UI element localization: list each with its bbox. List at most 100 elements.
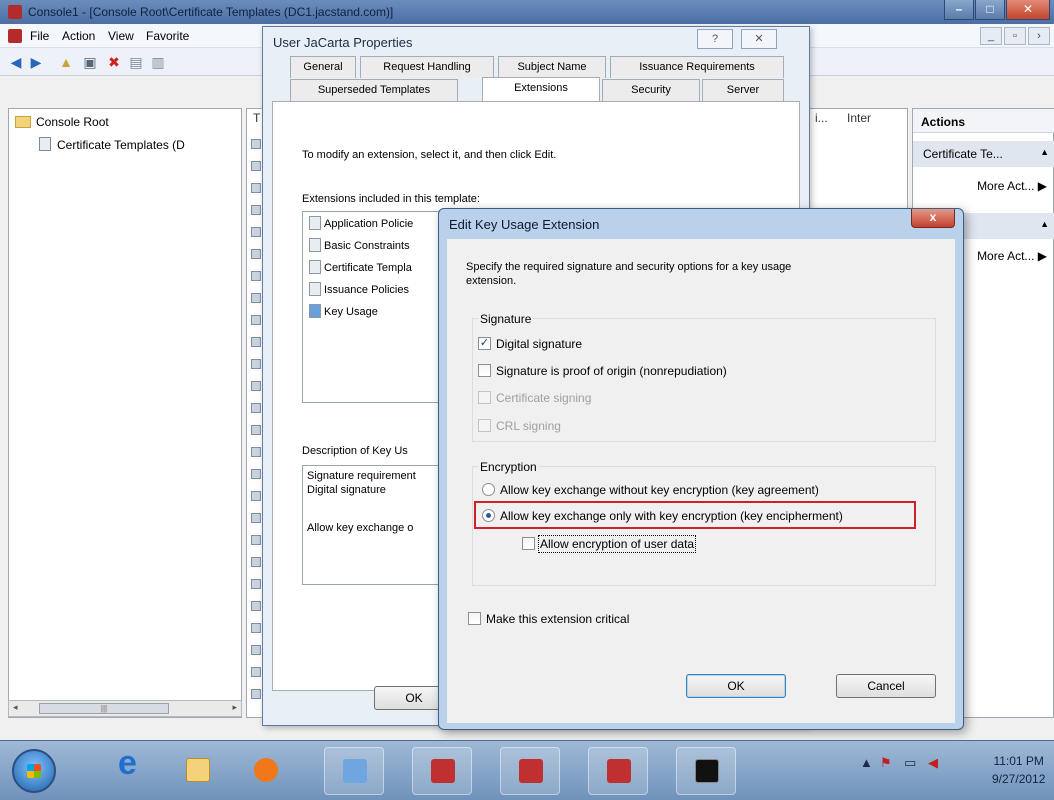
taskbar-explorer[interactable] xyxy=(168,747,228,795)
taskbar-mmc-3[interactable] xyxy=(588,747,648,795)
taskbar-mmc-2[interactable] xyxy=(500,747,560,795)
actions-section-certificate-templates[interactable]: Certificate Te... ▲ xyxy=(913,141,1054,167)
key-usage-ok-button[interactable]: OK xyxy=(686,674,786,698)
list-item-selected[interactable]: Key Usage xyxy=(309,304,378,318)
crl-signing-checkbox xyxy=(478,419,491,432)
show-hide-tree-icon[interactable]: ▣ xyxy=(80,53,100,71)
menu-file[interactable]: File xyxy=(30,29,49,43)
key-encipherment-label[interactable]: Allow key exchange only with key encrypt… xyxy=(500,509,843,523)
extension-icon xyxy=(309,282,321,296)
template-row-icon xyxy=(251,667,261,677)
key-agreement-radio[interactable] xyxy=(482,483,495,496)
tab-general[interactable]: General xyxy=(290,56,356,78)
collapse-arrow-icon[interactable]: ▲ xyxy=(1040,219,1049,229)
template-row-icon xyxy=(251,579,261,589)
key-usage-intro-line1: Specify the required signature and secur… xyxy=(466,261,792,273)
back-arrow-icon[interactable]: ◀ xyxy=(6,53,26,71)
actions-more-actions-2[interactable]: More Act... ▶ xyxy=(977,249,1047,263)
properties-close-button[interactable]: ✕ xyxy=(741,29,777,49)
key-encipherment-radio[interactable] xyxy=(482,509,495,522)
console-tree-pane: Console Root Certificate Templates (D xyxy=(8,108,242,718)
export-list-icon[interactable]: ▥ xyxy=(148,53,168,71)
up-folder-icon[interactable]: ▲ xyxy=(56,53,76,71)
description-box: Signature requirement Digital signature … xyxy=(302,465,442,585)
taskbar-clock[interactable]: 11:01 PM 9/27/2012 xyxy=(992,752,1045,788)
template-row-icon xyxy=(251,425,261,435)
show-hidden-icons-arrow-icon[interactable]: ▲ xyxy=(860,755,873,770)
nonrepudiation-checkbox[interactable] xyxy=(478,364,491,377)
encrypt-user-data-label[interactable]: Allow encryption of user data xyxy=(537,535,697,553)
critical-extension-checkbox[interactable] xyxy=(468,612,481,625)
tab-extensions[interactable]: Extensions xyxy=(482,77,600,101)
template-row-icon xyxy=(251,469,261,479)
extensions-list[interactable]: Application Policie Basic Constraints Ce… xyxy=(302,211,442,403)
toolbox-icon xyxy=(431,759,455,783)
certificate-icon xyxy=(39,137,51,151)
tree-horizontal-scrollbar[interactable]: ◂ ||| ▸ xyxy=(8,700,242,717)
control-panel-icon xyxy=(343,759,367,783)
action-center-flag-icon[interactable]: ⚑ xyxy=(880,755,892,771)
column-header-intended[interactable]: Inter xyxy=(847,111,871,131)
scroll-thumb[interactable]: ||| xyxy=(39,703,169,714)
extension-icon xyxy=(309,216,321,230)
minimize-button[interactable]: – xyxy=(944,0,974,20)
encrypt-user-data-checkbox[interactable] xyxy=(522,537,535,550)
menu-favorites[interactable]: Favorite xyxy=(146,29,189,43)
collapse-arrow-icon[interactable]: ▲ xyxy=(1040,147,1049,157)
column-header-name[interactable]: T xyxy=(253,111,260,131)
forward-arrow-icon[interactable]: ▶ xyxy=(26,53,46,71)
folder-icon xyxy=(186,758,210,782)
taskbar-media-player[interactable] xyxy=(236,747,296,795)
mmc-app-icon xyxy=(8,5,22,19)
template-row-icon xyxy=(251,491,261,501)
nonrepudiation-label[interactable]: Signature is proof of origin (nonrepudia… xyxy=(496,364,727,378)
digital-signature-checkbox[interactable]: ✓ xyxy=(478,337,491,350)
template-row-icon xyxy=(251,535,261,545)
mdi-minimize-button[interactable]: _ xyxy=(980,27,1002,45)
column-header-minimum[interactable]: i... xyxy=(815,111,828,131)
radio-selected-dot xyxy=(486,513,491,518)
list-item[interactable]: Issuance Policies xyxy=(309,282,409,296)
taskbar-mmc-1[interactable] xyxy=(412,747,472,795)
tab-security[interactable]: Security xyxy=(602,79,700,101)
tree-node-certificate-templates[interactable]: Certificate Templates (D xyxy=(39,137,185,152)
list-item[interactable]: Application Policie xyxy=(309,216,413,230)
menu-action[interactable]: Action xyxy=(62,29,95,43)
template-row-icon xyxy=(251,183,261,193)
menu-view[interactable]: View xyxy=(108,29,134,43)
template-row-icon xyxy=(251,315,261,325)
mdi-restore-button[interactable]: ▫ xyxy=(1004,27,1026,45)
scroll-left-arrow-icon[interactable]: ◂ xyxy=(13,702,18,713)
start-button[interactable] xyxy=(12,749,56,793)
description-line: Allow key exchange o xyxy=(307,522,414,534)
tab-superseded-templates[interactable]: Superseded Templates xyxy=(290,79,458,101)
tree-node-console-root[interactable]: Console Root xyxy=(15,115,109,129)
network-icon[interactable]: ▭ xyxy=(904,755,916,771)
properties-icon[interactable]: ▤ xyxy=(126,53,146,71)
key-usage-close-button[interactable]: x xyxy=(911,209,955,228)
tab-subject-name[interactable]: Subject Name xyxy=(498,56,606,78)
list-item[interactable]: Basic Constraints xyxy=(309,238,410,252)
delete-icon[interactable]: ✖ xyxy=(104,53,124,71)
tab-server[interactable]: Server xyxy=(702,79,784,101)
digital-signature-label[interactable]: Digital signature xyxy=(496,337,582,351)
certificate-signing-checkbox xyxy=(478,391,491,404)
key-usage-cancel-button[interactable]: Cancel xyxy=(836,674,936,698)
tab-request-handling[interactable]: Request Handling xyxy=(360,56,494,78)
actions-more-actions-1[interactable]: More Act... ▶ xyxy=(977,179,1047,193)
help-button[interactable]: ? xyxy=(697,29,733,49)
taskbar-command-prompt[interactable] xyxy=(676,747,736,795)
template-row-icon xyxy=(251,249,261,259)
template-row-icon xyxy=(251,689,261,699)
taskbar-internet-explorer[interactable]: e xyxy=(100,746,160,795)
key-agreement-label[interactable]: Allow key exchange without key encryptio… xyxy=(500,483,819,497)
mdi-close-button[interactable]: › xyxy=(1028,27,1050,45)
volume-muted-icon[interactable]: ◀ xyxy=(928,755,938,771)
list-item[interactable]: Certificate Templa xyxy=(309,260,412,274)
taskbar-control-panel[interactable] xyxy=(324,747,384,795)
maximize-button[interactable]: □ xyxy=(975,0,1005,20)
scroll-right-arrow-icon[interactable]: ▸ xyxy=(232,702,237,713)
tab-issuance-requirements[interactable]: Issuance Requirements xyxy=(610,56,784,78)
critical-extension-label[interactable]: Make this extension critical xyxy=(486,612,629,626)
close-button[interactable]: ✕ xyxy=(1006,0,1050,20)
